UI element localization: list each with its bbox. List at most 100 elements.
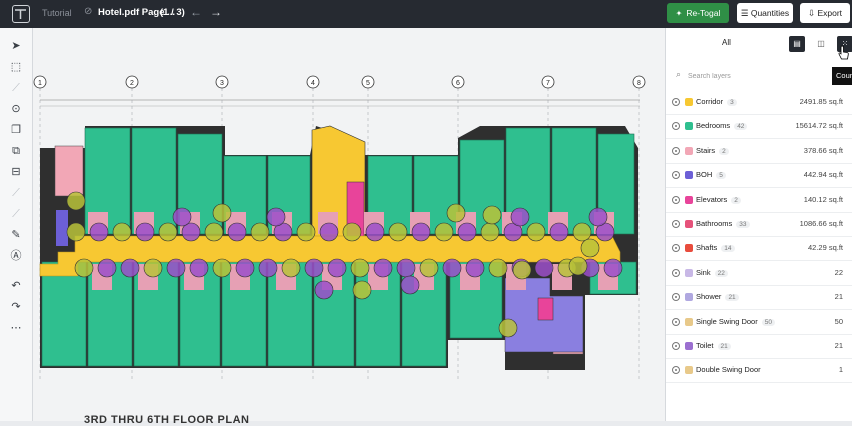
count-marker[interactable] (166, 258, 186, 278)
count-marker[interactable] (266, 207, 286, 227)
floor-plan[interactable]: 1 2 3 4 5 6 7 8 (0, 28, 665, 421)
redo-icon[interactable]: ↷ (8, 299, 24, 315)
visibility-icon[interactable] (672, 244, 680, 253)
count-marker[interactable] (189, 258, 209, 278)
target-icon[interactable]: ⊙ (8, 101, 24, 117)
count-marker[interactable] (434, 222, 454, 242)
count-marker[interactable] (572, 222, 592, 242)
count-marker[interactable] (296, 222, 316, 242)
count-marker[interactable] (319, 222, 339, 242)
count-marker[interactable] (158, 222, 178, 242)
count-marker[interactable] (74, 258, 94, 278)
count-marker[interactable] (304, 258, 324, 278)
count-marker[interactable] (135, 222, 155, 242)
count-marker[interactable] (488, 258, 508, 278)
export-button[interactable]: ⇩ Export (800, 3, 850, 23)
layer-row[interactable]: Stairs 2 378.66 sq.ft (666, 139, 852, 164)
layer-icon[interactable]: ⊟ (8, 164, 24, 180)
count-marker[interactable] (457, 222, 477, 242)
count-marker[interactable] (143, 258, 163, 278)
quantities-button[interactable]: ☰ Quantities (737, 3, 793, 23)
undo-icon[interactable]: ↶ (8, 278, 24, 294)
visibility-icon[interactable] (672, 366, 680, 375)
line-icon[interactable]: ⟋ (8, 206, 24, 222)
count-marker[interactable] (342, 222, 362, 242)
count-marker[interactable] (549, 222, 569, 242)
visibility-icon[interactable] (672, 220, 680, 228)
count-marker[interactable] (396, 258, 416, 278)
list-view-icon[interactable]: ▤ (789, 36, 805, 52)
ruler-icon[interactable]: ✎ (8, 227, 24, 243)
count-marker[interactable] (419, 258, 439, 278)
visibility-icon[interactable] (672, 98, 680, 106)
arrow-right-icon[interactable]: → (210, 5, 222, 19)
layer-color-swatch[interactable] (685, 244, 693, 253)
count-marker[interactable] (350, 258, 370, 278)
count-marker[interactable] (212, 258, 232, 278)
count-marker[interactable] (510, 207, 530, 227)
count-marker[interactable] (446, 203, 466, 223)
visibility-icon[interactable] (672, 317, 680, 326)
layer-color-swatch[interactable] (685, 317, 693, 326)
count-marker[interactable] (112, 222, 132, 242)
count-marker[interactable] (227, 222, 247, 242)
search-input[interactable] (688, 68, 828, 84)
layer-color-swatch[interactable] (685, 268, 693, 277)
line-icon[interactable]: ⟋ (8, 185, 24, 201)
layer-row[interactable]: Toilet 21 21 (666, 334, 852, 359)
count-marker[interactable] (526, 222, 546, 242)
layer-color-swatch[interactable] (685, 171, 693, 180)
count-marker[interactable] (352, 280, 372, 300)
re-togal-button[interactable]: ✦ Re-Togal (667, 3, 729, 23)
breadcrumb-app[interactable]: Tutorial (42, 8, 72, 18)
count-marker[interactable] (250, 222, 270, 242)
layer-row[interactable]: Sink 22 22 (666, 261, 852, 286)
app-logo-icon[interactable] (12, 5, 30, 23)
grid-view-icon[interactable]: ◫ (813, 36, 829, 52)
count-marker[interactable] (568, 256, 588, 276)
layer-color-swatch[interactable] (685, 342, 693, 350)
copy-icon[interactable]: ❐ (8, 122, 24, 138)
count-marker[interactable] (365, 222, 385, 242)
count-marker[interactable] (400, 275, 420, 295)
visibility-icon[interactable] (672, 122, 680, 131)
layer-color-swatch[interactable] (685, 122, 693, 131)
polyline-icon[interactable]: ⟋ (8, 80, 24, 96)
count-marker[interactable] (212, 203, 232, 223)
layer-row[interactable]: Corridor 3 2491.85 sq.ft (666, 90, 852, 115)
drawing-canvas[interactable]: 1 2 3 4 5 6 7 8 ➤ ⬚ ⟋ ⊙ ❐ ⧉ ⊟ ⟋ ⟋ ✎ Ⓐ ↶ ↷ ⋯ (0, 28, 665, 421)
tab-all[interactable]: All (722, 38, 731, 47)
visibility-icon[interactable] (672, 342, 680, 350)
count-marker[interactable] (120, 258, 140, 278)
count-marker[interactable] (97, 258, 117, 278)
visibility-icon[interactable] (672, 195, 680, 204)
count-marker[interactable] (66, 222, 86, 242)
count-marker[interactable] (512, 260, 532, 280)
rectangle-select-icon[interactable]: ⬚ (8, 59, 24, 75)
count-marker[interactable] (204, 222, 224, 242)
layer-color-swatch[interactable] (685, 98, 693, 106)
visibility-icon[interactable] (672, 171, 680, 180)
count-marker[interactable] (465, 258, 485, 278)
layer-row[interactable]: Elevators 2 140.12 sq.ft (666, 188, 852, 213)
stack-icon[interactable]: ⧉ (8, 143, 24, 159)
arrow-left-icon[interactable]: ← (190, 5, 202, 19)
layer-row[interactable]: Shower 21 21 (666, 285, 852, 311)
count-marker[interactable] (388, 222, 408, 242)
layer-color-swatch[interactable] (685, 220, 693, 228)
visibility-icon[interactable] (672, 268, 680, 277)
count-marker[interactable] (482, 205, 502, 225)
count-marker[interactable] (258, 258, 278, 278)
layer-row[interactable]: Double Swing Door 1 (666, 358, 852, 384)
layer-row[interactable]: Shafts 14 42.29 sq.ft (666, 236, 852, 262)
layer-color-swatch[interactable] (685, 293, 693, 302)
count-marker[interactable] (327, 258, 347, 278)
layer-row[interactable]: Bathrooms 33 1086.66 sq.ft (666, 212, 852, 237)
layer-row[interactable]: BOH 5 442.94 sq.ft (666, 163, 852, 189)
cursor-icon[interactable]: ➤ (8, 38, 24, 54)
count-marker[interactable] (588, 207, 608, 227)
count-marker[interactable] (281, 258, 301, 278)
count-marker[interactable] (235, 258, 255, 278)
count-marker[interactable] (66, 191, 86, 211)
layer-row[interactable]: Bedrooms 42 15614.72 sq.ft (666, 114, 852, 140)
